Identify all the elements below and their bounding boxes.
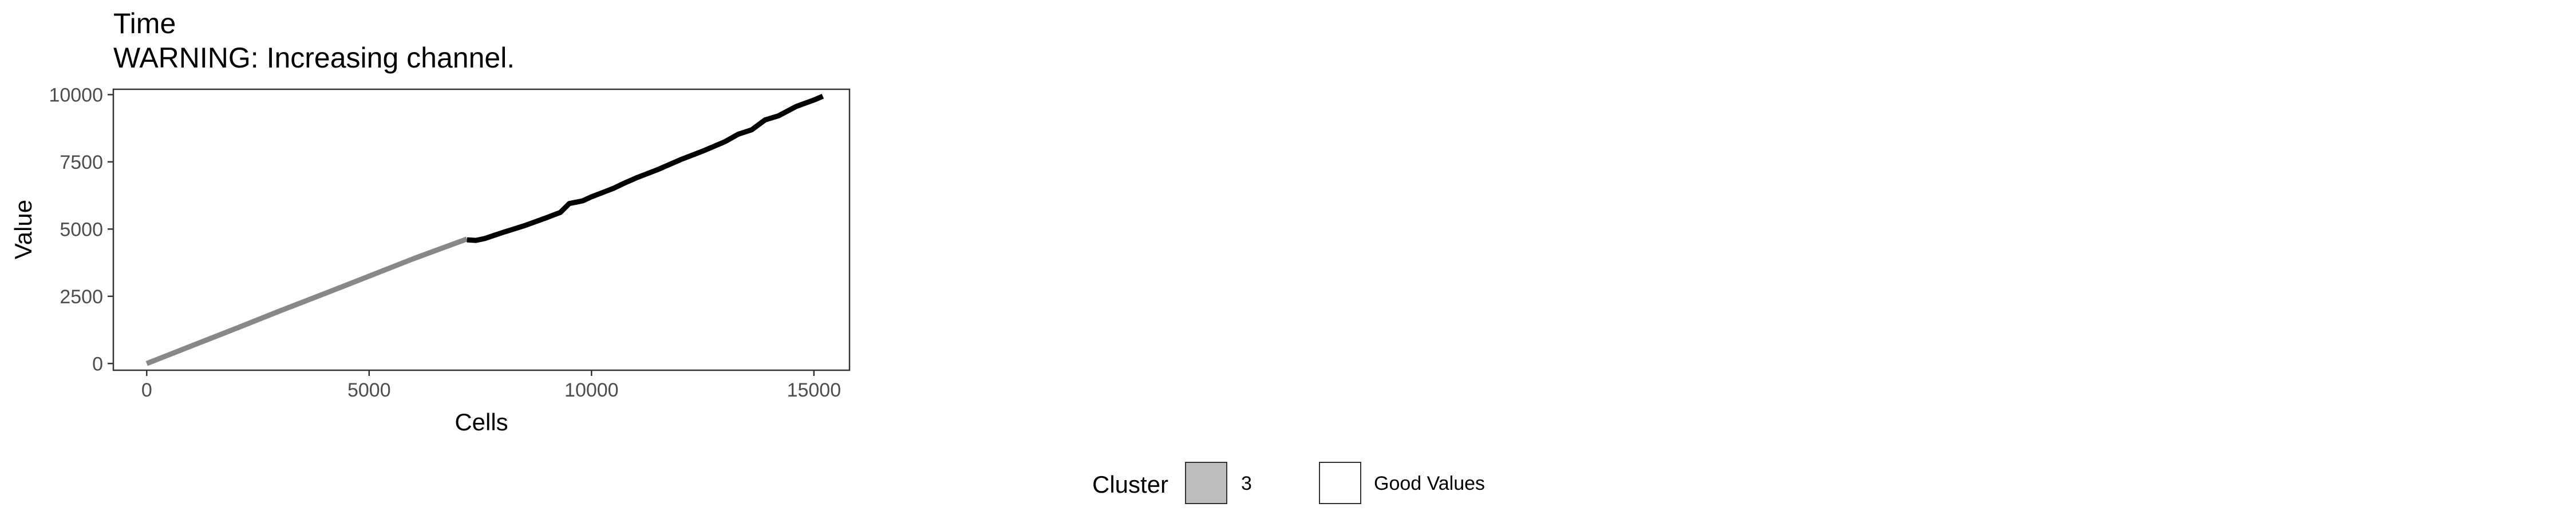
x-tick-label: 5000: [347, 379, 391, 401]
x-tick-label: 15000: [787, 379, 841, 401]
x-tick-label: 0: [141, 379, 152, 401]
y-tick-label: 7500: [60, 152, 103, 173]
legend-title: Cluster: [1092, 471, 1168, 498]
y-tick-label: 0: [92, 353, 103, 375]
y-axis-title: Value: [10, 200, 37, 259]
x-tick-label: 10000: [564, 379, 619, 401]
legend: Cluster 3 Good Values: [1092, 462, 1485, 504]
legend-label-good-values: Good Values: [1374, 473, 1485, 494]
chart-subtitle: WARNING: Increasing channel.: [113, 42, 515, 74]
chart: Time WARNING: Increasing channel. 0 5000 1…: [10, 7, 1485, 504]
y-tick-label: 5000: [60, 219, 103, 240]
legend-label-cluster-3: 3: [1241, 473, 1252, 494]
y-tick-label: 2500: [60, 286, 103, 308]
y-axis: 0 2500 5000 7500 10000: [49, 84, 113, 375]
legend-key-good-values: [1319, 462, 1361, 504]
chart-title: Time: [113, 7, 176, 39]
y-tick-label: 10000: [49, 84, 103, 106]
x-axis: 0 5000 10000 15000: [141, 370, 841, 401]
legend-key-cluster-3: [1185, 462, 1227, 504]
x-axis-title: Cells: [455, 409, 508, 435]
